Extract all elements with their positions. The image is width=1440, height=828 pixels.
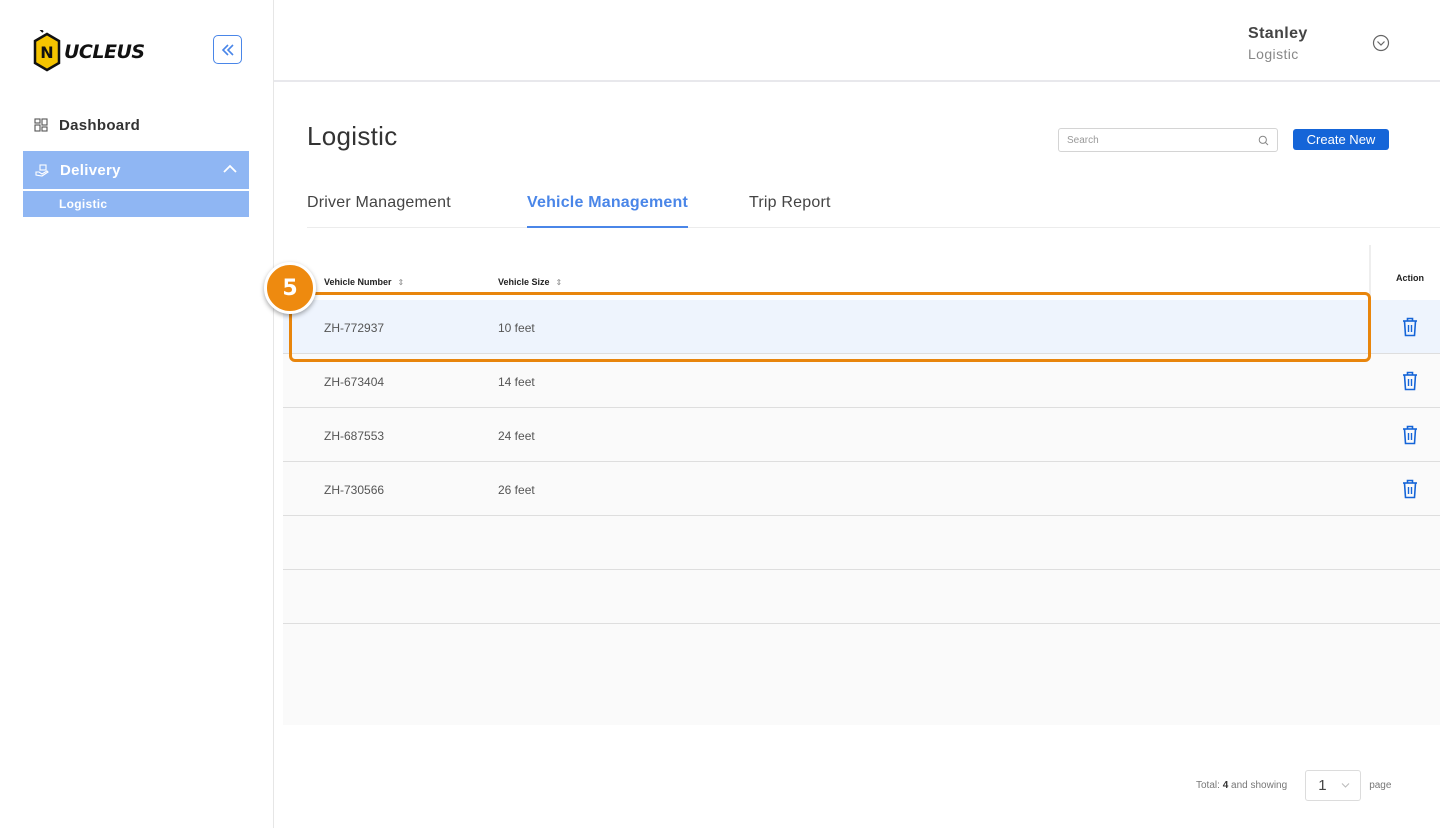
page-select[interactable]: 1 (1305, 770, 1362, 801)
sidebar-item-delivery[interactable]: Delivery (23, 151, 249, 189)
empty-table-row (283, 570, 1440, 624)
pagination: Total: 4 and showing 1 page (1196, 770, 1391, 801)
sort-icon[interactable]: ⇕ (398, 278, 405, 287)
cell-vehicle-size: 24 feet (498, 429, 535, 443)
table-header: Vehicle Number ⇕ Vehicle Size ⇕ Action (283, 245, 1440, 300)
table-row[interactable]: ZH-687553 24 feet (283, 408, 1440, 462)
sidebar: N UCLEUS Dashboard Delivery Logistic (0, 0, 274, 828)
column-header-label: Vehicle Number (324, 277, 392, 287)
chevron-down-icon (1341, 783, 1350, 788)
trash-icon[interactable] (1400, 316, 1420, 338)
tab-trip-report[interactable]: Trip Report (749, 194, 831, 228)
logo-icon: N (33, 30, 61, 72)
search-icon[interactable] (1258, 135, 1269, 146)
sort-icon[interactable]: ⇕ (556, 278, 563, 287)
collapse-sidebar-button[interactable] (213, 35, 242, 64)
table-row[interactable]: ZH-673404 14 feet (283, 354, 1440, 408)
trash-icon[interactable] (1400, 424, 1420, 446)
sidebar-item-dashboard[interactable]: Dashboard (34, 114, 140, 136)
create-new-button[interactable]: Create New (1293, 129, 1389, 150)
sidebar-item-label: Delivery (60, 161, 121, 179)
dashboard-icon (34, 118, 48, 132)
top-header: Stanley Logistic (274, 0, 1440, 82)
cell-vehicle-number: ZH-772937 (324, 321, 385, 335)
trash-icon[interactable] (1400, 478, 1420, 500)
pagination-prefix: Total: (1196, 780, 1220, 791)
pagination-page-label: page (1369, 780, 1392, 791)
user-menu-chevron-icon[interactable] (1372, 34, 1390, 52)
table-row[interactable]: ZH-772937 10 feet (283, 300, 1440, 354)
sidebar-item-label: Dashboard (59, 116, 141, 134)
step-badge: 5 (264, 262, 316, 314)
pagination-summary: Total: 4 and showing (1196, 780, 1287, 791)
tab-bar: Driver Management Vehicle Management Tri… (307, 186, 1440, 228)
empty-table-row (283, 516, 1440, 570)
double-chevron-left-icon (221, 43, 234, 56)
cell-vehicle-size: 10 feet (498, 321, 535, 335)
column-header-action: Action (1396, 273, 1424, 283)
table-body: ZH-772937 10 feet ZH-673404 14 feet ZH-6… (283, 300, 1440, 678)
cell-vehicle-number: ZH-730566 (324, 483, 385, 497)
user-name: Stanley (1248, 25, 1308, 42)
cell-vehicle-size: 26 feet (498, 483, 535, 497)
tab-driver-management[interactable]: Driver Management (307, 194, 451, 228)
table-footer (283, 675, 1440, 725)
column-header-vehicle-size[interactable]: Vehicle Size ⇕ (498, 277, 562, 287)
cell-vehicle-size: 14 feet (498, 375, 535, 389)
table-row[interactable]: ZH-730566 26 feet (283, 462, 1440, 516)
trash-icon[interactable] (1400, 370, 1420, 392)
user-role: Logistic (1248, 46, 1299, 62)
logo-letter: N (40, 43, 53, 62)
empty-table-row (283, 624, 1440, 678)
column-header-label: Vehicle Size (498, 277, 550, 287)
search-box (1058, 128, 1278, 152)
search-input[interactable] (1059, 134, 1249, 146)
cell-vehicle-number: ZH-673404 (324, 375, 385, 389)
vehicle-table: Vehicle Number ⇕ Vehicle Size ⇕ Action Z… (283, 245, 1440, 725)
tab-vehicle-management[interactable]: Vehicle Management (527, 194, 688, 228)
sidebar-subitem-logistic[interactable]: Logistic (23, 191, 249, 217)
app-logo[interactable]: N UCLEUS (32, 30, 145, 74)
page-title: Logistic (307, 121, 398, 151)
logo-text: UCLEUS (64, 41, 145, 63)
column-header-vehicle-number[interactable]: Vehicle Number ⇕ (324, 277, 404, 287)
pagination-total: 4 (1222, 780, 1229, 791)
pagination-suffix: and showing (1231, 780, 1288, 791)
page-select-value: 1 (1318, 777, 1327, 794)
cell-vehicle-number: ZH-687553 (324, 429, 385, 443)
delivery-icon (35, 164, 49, 177)
chevron-up-icon (223, 164, 237, 173)
